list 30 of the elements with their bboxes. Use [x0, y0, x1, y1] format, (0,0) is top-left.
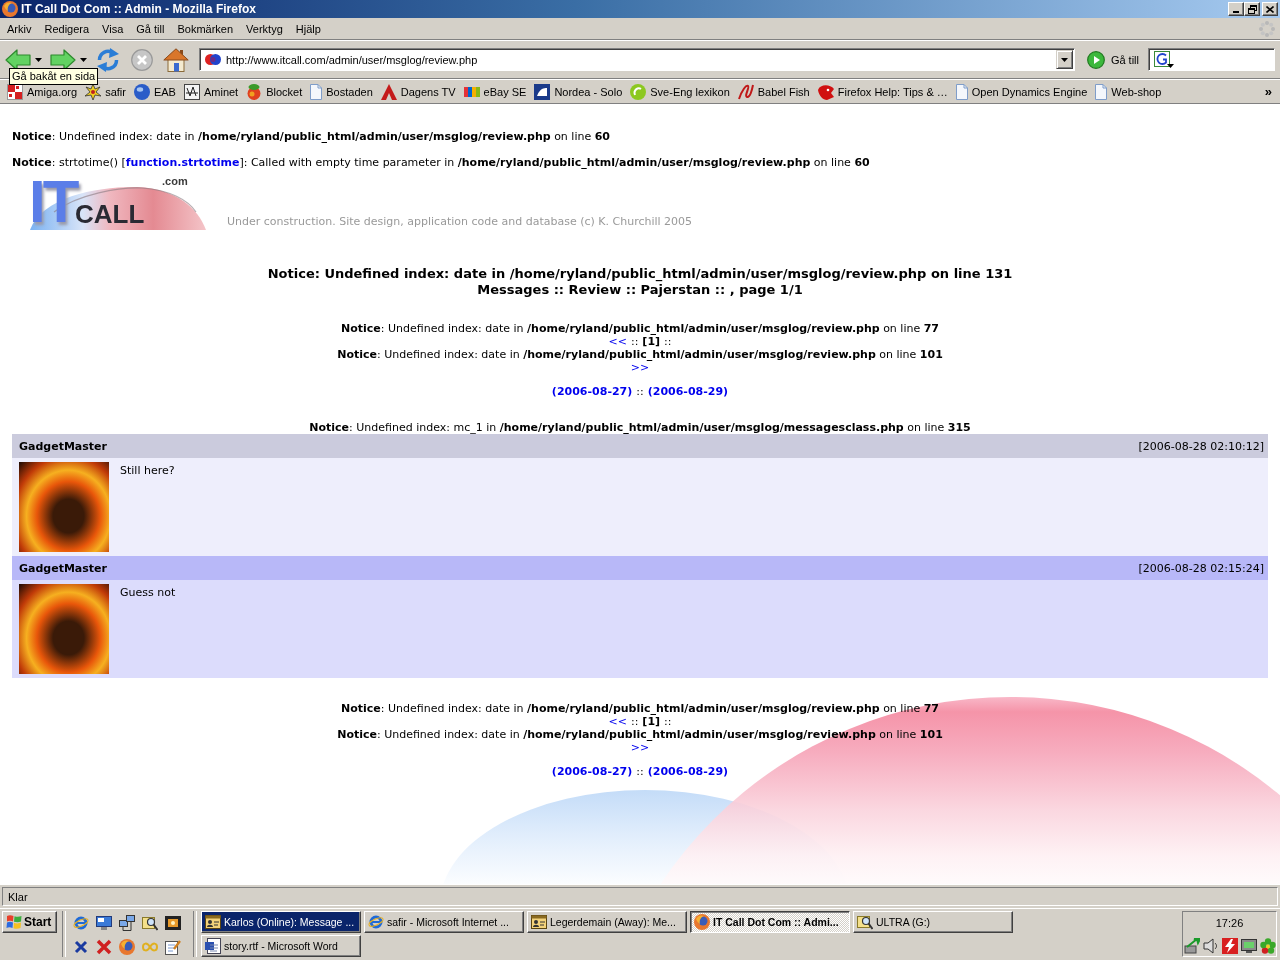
php-notice: Notice: strtotime() [function.strtotime]: Called with empty time parameter in /home/ryland/public_html/admin/user/msglog/review.php on line 60 — [11, 156, 871, 170]
author-name: GadgetMaster — [19, 561, 107, 575]
date-separator: :: — [636, 765, 644, 778]
page-separator: :: — [630, 335, 639, 348]
message-text: Still here? — [120, 464, 175, 478]
page-separator: :: — [630, 715, 639, 728]
php-notice: Notice: Undefined index: mc_1 in /home/ryland/public_html/admin/user/msglog/messagesclass.php on line 315 — [308, 421, 972, 434]
author-name: GadgetMaster — [19, 439, 107, 453]
message-time: [2006-08-28 02:10:12] — [1138, 439, 1264, 453]
php-notice: Notice: Undefined index: date in /home/ryland/public_html/admin/user/msglog/review.php on line 77 — [340, 702, 940, 715]
php-notice: Notice: Undefined index: date in /home/ryland/public_html/admin/user/msglog/review.php on line 77 — [340, 322, 940, 335]
page-separator: :: — [664, 335, 672, 348]
date-separator: :: — [636, 385, 644, 398]
php-notice: Notice: Undefined index: date in /home/ryland/public_html/admin/user/msglog/review.php on line 131 — [266, 266, 1014, 282]
current-page-number: [1] — [642, 715, 661, 728]
message-time: [2006-08-28 02:15:24] — [1138, 561, 1264, 575]
page-title: Messages :: Review :: Pajerstan :: , page 1/1 — [476, 282, 804, 298]
page-separator: :: — [664, 715, 672, 728]
window-title: IT Call Dot Com :: Admin - Mozilla Firefox — [21, 2, 256, 16]
php-notice: Notice: Undefined index: date in /home/ryland/public_html/admin/user/msglog/review.php on line 101 — [336, 728, 944, 741]
clock-text: 17:26 — [1215, 916, 1244, 930]
php-notice: Notice: Undefined index: date in /home/ryland/public_html/admin/user/msglog/review.php on line 101 — [336, 348, 944, 361]
current-page-number: [1] — [642, 335, 661, 348]
logo-word: CALL — [75, 201, 145, 227]
logo-suffix: .com — [162, 175, 188, 187]
message-text: Guess not — [120, 586, 176, 600]
php-notice: Notice: Undefined index: date in /home/ryland/public_html/admin/user/msglog/review.php on line 60 — [11, 130, 611, 144]
copyright-notice: Under construction. Site design, application code and database (c) K. Churchill 2005 — [227, 215, 693, 230]
tooltip: Gå bakåt en sida — [9, 68, 99, 85]
status-message: Klar — [2, 887, 1278, 906]
